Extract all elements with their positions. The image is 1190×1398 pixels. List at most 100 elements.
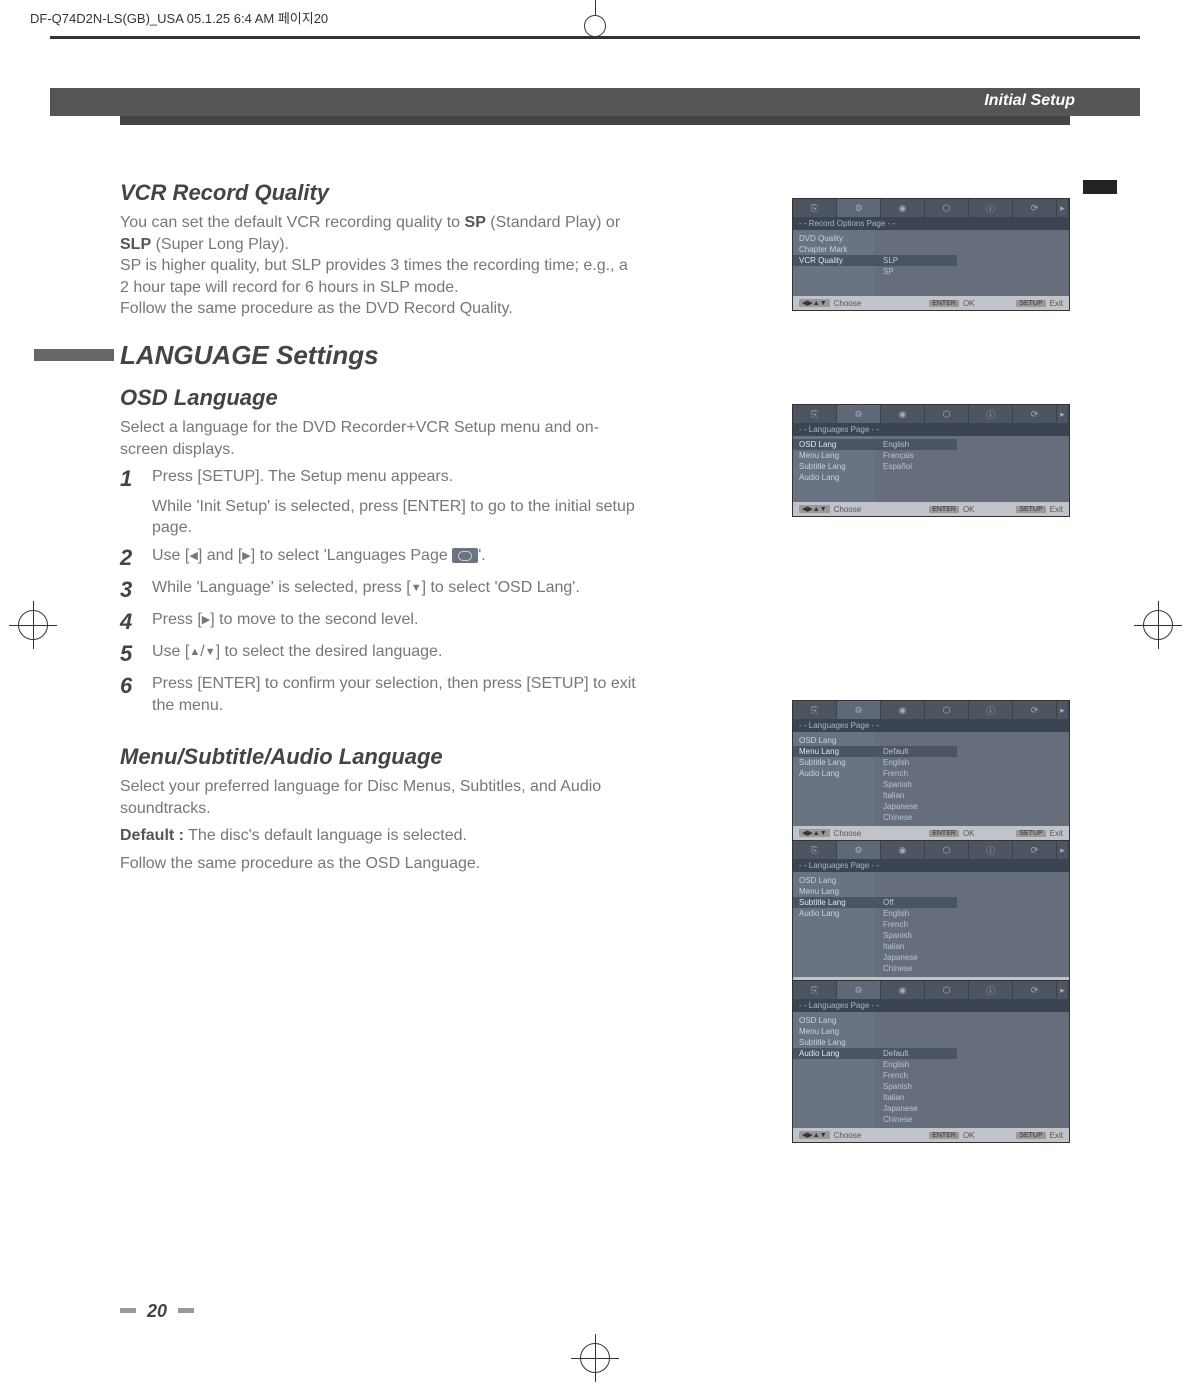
t: ] and [	[198, 547, 242, 564]
step-num: 1	[120, 466, 140, 539]
ok-label: OK	[963, 299, 975, 308]
sp-label: SP	[465, 214, 486, 231]
osd-tab: ◉	[881, 701, 925, 719]
ok-label: OK	[963, 1131, 975, 1140]
vcr-p3: Follow the same procedure as the DVD Rec…	[120, 298, 640, 320]
osd-tab: ⬡	[925, 199, 969, 217]
page-number: 20	[120, 1301, 194, 1322]
t: Use [	[152, 643, 189, 660]
registration-mark-right-icon	[1135, 590, 1190, 660]
choose-label: Choose	[834, 299, 862, 308]
osd-page-title: - - Languages Page - -	[793, 719, 1069, 732]
step-num: 3	[120, 577, 140, 603]
slp-label: SLP	[120, 236, 151, 253]
t: (Super Long Play).	[151, 236, 289, 253]
t: (Standard Play) or	[486, 214, 620, 231]
vcr-title: VCR Record Quality	[120, 180, 640, 206]
osd-tab: ◉	[881, 841, 925, 859]
up-arrow-icon: ▲	[189, 645, 200, 660]
choose-label: Choose	[834, 829, 862, 838]
default-label: Default :	[120, 827, 184, 844]
osd-right-item: French	[875, 768, 1069, 779]
osd-left-item: Subtitle Lang	[793, 461, 875, 472]
osd-footer: ◀▶▲▼ Choose ENTER OK SETUP Exit	[793, 826, 1069, 840]
osd-tab: ▸	[1057, 199, 1069, 217]
osd-left-item: Audio Lang	[793, 768, 875, 779]
osd-right-col: OffEnglishFrenchSpanishItalianJapaneseCh…	[875, 872, 1069, 977]
osd-tab: ▸	[1057, 981, 1069, 999]
osd-left-item: Subtitle Lang	[793, 757, 875, 768]
header-under-rule	[120, 116, 1070, 125]
osd5-panel: ⎘⚙◉⬡ⓘ⟳▸ - - Languages Page - - OSD LangM…	[792, 980, 1070, 1143]
osd-left-col: OSD LangMenu LangSubtitle LangAudio Lang	[793, 872, 875, 977]
exit-label: Exit	[1050, 829, 1063, 838]
osd-left-item: Subtitle Lang	[793, 1037, 875, 1048]
osd-right-item: Spanish	[875, 1081, 1069, 1092]
osd-footer: ◀▶▲▼ Choose ENTER OK SETUP Exit	[793, 502, 1069, 516]
osd-page-title: - - Record Options Page - -	[793, 217, 1069, 230]
step-5: 5 Use [▲/▼] to select the desired langua…	[120, 641, 640, 667]
osd-tab: ⎘	[793, 841, 837, 859]
osd-left-item: Menu Lang	[793, 746, 875, 757]
osd-right-item: Japanese	[875, 1103, 1069, 1114]
osd-tab: ⚙	[837, 405, 881, 423]
osd-tab: ⎘	[793, 199, 837, 217]
t: While 'Init Setup' is selected, press [E…	[152, 496, 640, 539]
osd-right-item: Italian	[875, 941, 1069, 952]
step-num: 5	[120, 641, 140, 667]
osd-right-item: SLP	[875, 255, 957, 266]
osd-right-col: DefaultEnglishFrenchSpanishItalianJapane…	[875, 732, 1069, 826]
osd-tab: ⟳	[1013, 701, 1057, 719]
osd2-panel: ⎘⚙◉⬡ⓘ⟳▸ - - Languages Page - - OSD LangM…	[792, 404, 1070, 517]
osd-tab: ▸	[1057, 701, 1069, 719]
osd-footer: ◀▶▲▼ Choose ENTER OK SETUP Exit	[793, 296, 1069, 310]
menu-lang-title: Menu/Subtitle/Audio Language	[120, 744, 640, 770]
osd1-panel: ⎘⚙◉⬡ⓘ⟳▸ - - Record Options Page - - DVD …	[792, 198, 1070, 311]
osd-tab: ◉	[881, 199, 925, 217]
registration-mark-left-icon	[0, 590, 55, 660]
osd-right-item: Italian	[875, 1092, 1069, 1103]
enter-btn-icon: ENTER	[929, 1132, 959, 1139]
print-header: DF-Q74D2N-LS(GB)_USA 05.1.25 6:4 AM 페이지2…	[30, 8, 328, 27]
osd-page-title: - - Languages Page - -	[793, 859, 1069, 872]
right-arrow-icon: ▶	[202, 613, 210, 628]
osd-tab: ⎘	[793, 405, 837, 423]
osd-tab: ⬡	[925, 701, 969, 719]
setup-btn-icon: SETUP	[1016, 300, 1045, 307]
setup-btn-icon: SETUP	[1016, 506, 1045, 513]
print-header-text: DF-Q74D2N-LS(GB)_USA 05.1.25 6:4 AM 페이지2…	[30, 8, 328, 27]
osd-right-item: English	[875, 1059, 1069, 1070]
osd-tabs: ⎘⚙◉⬡ⓘ⟳▸	[793, 981, 1069, 999]
t: The disc's default language is selected.	[184, 827, 467, 844]
osd-tabs: ⎘⚙◉⬡ⓘ⟳▸	[793, 199, 1069, 217]
osd-right-item: Off	[875, 897, 957, 908]
osd-left-col: OSD LangMenu LangSubtitle LangAudio Lang	[793, 732, 875, 826]
osd-right-item: French	[875, 919, 1069, 930]
exit-label: Exit	[1050, 505, 1063, 514]
page-number-value: 20	[147, 1301, 167, 1321]
t: Use [	[152, 547, 189, 564]
osd-page-title: - - Languages Page - -	[793, 423, 1069, 436]
osd-tab: ⬡	[925, 981, 969, 999]
top-rule	[50, 36, 1140, 39]
osd-tab: ⟳	[1013, 405, 1057, 423]
osd-right-item: Default	[875, 1048, 957, 1059]
ok-label: OK	[963, 829, 975, 838]
header-band: Initial Setup	[50, 88, 1140, 116]
osd-tab: ⚙	[837, 199, 881, 217]
choose-label: Choose	[834, 1131, 862, 1140]
t: Press [ENTER] to confirm your selection,…	[152, 673, 640, 716]
osd-right-col: EnglishFrançaisEspañol	[875, 436, 1069, 502]
osd-right-item: Français	[875, 450, 1069, 461]
enter-btn-icon: ENTER	[929, 506, 959, 513]
osd-right-item: English	[875, 439, 957, 450]
t: While 'Language' is selected, press [	[152, 579, 411, 596]
osd-left-item: Menu Lang	[793, 450, 875, 461]
t: You can set the default VCR recording qu…	[120, 214, 465, 231]
osd-tab: ⟳	[1013, 199, 1057, 217]
arrows-icon: ◀▶▲▼	[799, 505, 830, 513]
step-num: 2	[120, 545, 140, 571]
osd-left-item: OSD Lang	[793, 439, 875, 450]
osd-right-item: Italian	[875, 790, 1069, 801]
step-3: 3 While 'Language' is selected, press [▼…	[120, 577, 640, 603]
